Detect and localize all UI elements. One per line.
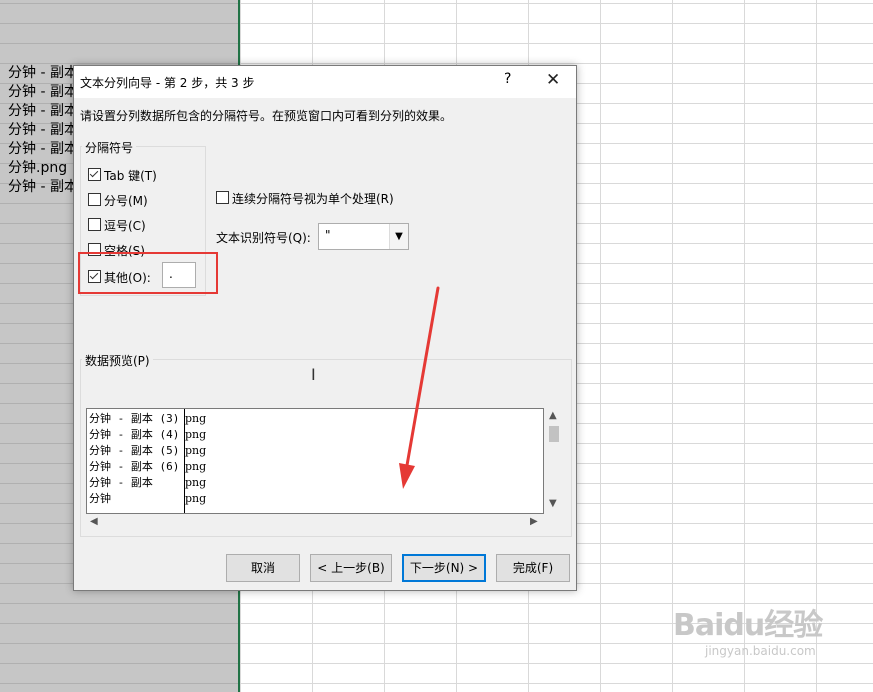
scroll-thumb[interactable] [549, 426, 559, 442]
chevron-down-icon[interactable]: ▼ [389, 224, 408, 249]
preview-cell: png [185, 428, 207, 441]
preview-cell: png [185, 492, 207, 505]
tab-checkbox[interactable] [88, 168, 101, 181]
preview-cell: 分钟 - 副本 (6) [89, 460, 180, 473]
text-cursor-icon: I [311, 365, 316, 384]
close-icon[interactable]: ✕ [546, 70, 560, 90]
back-button[interactable]: < 上一步(B) [310, 554, 392, 582]
data-preview[interactable]: 分钟 - 副本 (3) png 分钟 - 副本 (4) png 分钟 - 副本 … [86, 408, 544, 514]
qualifier-value: " [325, 228, 331, 242]
preview-cell: 分钟 - 副本 (4) [89, 428, 180, 441]
preview-cell: 分钟 - 副本 (5) [89, 444, 180, 457]
scroll-left-icon[interactable]: ◀ [90, 516, 98, 527]
preview-vertical-scrollbar[interactable]: ▲ ▼ [545, 408, 562, 514]
cell-a2[interactable]: 分钟 - 副本 [8, 81, 78, 101]
cell-a3[interactable]: 分钟 - 副本 [8, 100, 78, 120]
tab-checkbox-label[interactable]: Tab 键(T) [104, 167, 157, 184]
finish-button[interactable]: 完成(F) [496, 554, 570, 582]
cell-a1[interactable]: 分钟 - 副本 [8, 62, 78, 82]
qualifier-select[interactable]: " ▼ [318, 223, 409, 250]
dialog-titlebar[interactable]: 文本分列向导 - 第 2 步，共 3 步 ? ✕ [74, 66, 576, 98]
cell-a7[interactable]: 分钟 - 副本 [8, 176, 78, 196]
preview-label: 数据预览(P) [82, 352, 153, 369]
text-to-columns-dialog: 文本分列向导 - 第 2 步，共 3 步 ? ✕ 请设置分列数据所包含的分隔符号… [73, 65, 577, 591]
next-button[interactable]: 下一步(N) > [402, 554, 486, 582]
red-arrow-annotation [399, 286, 440, 489]
preview-horizontal-scrollbar[interactable]: ◀ ▶ [86, 514, 544, 530]
watermark: Baidu经验 jingyan.baidu.com [673, 600, 823, 658]
highlight-annotation [78, 252, 218, 294]
semicolon-checkbox-label[interactable]: 分号(M) [104, 192, 148, 209]
cell-a6[interactable]: 分钟.png [8, 157, 67, 177]
dialog-title: 文本分列向导 - 第 2 步，共 3 步 [80, 76, 255, 90]
cancel-button[interactable]: 取消 [226, 554, 300, 582]
qualifier-label: 文本识别符号(Q): [216, 231, 311, 245]
watermark-url: jingyan.baidu.com [705, 644, 816, 658]
delimiters-group-label: 分隔符号 [82, 139, 137, 156]
help-button[interactable]: ? [504, 71, 511, 87]
consecutive-checkbox[interactable] [216, 191, 229, 204]
consecutive-checkbox-label[interactable]: 连续分隔符号视为单个处理(R) [232, 190, 394, 207]
semicolon-checkbox[interactable] [88, 193, 101, 206]
preview-cell: png [185, 444, 207, 457]
scroll-up-icon[interactable]: ▲ [549, 410, 557, 421]
watermark-logo: Baidu经验 [673, 608, 823, 643]
instruction-text: 请设置分列数据所包含的分隔符号。在预览窗口内可看到分列的效果。 [80, 109, 453, 123]
preview-cell: 分钟 - 副本 (3) [89, 412, 180, 425]
preview-cell: 分钟 - 副本 [89, 476, 153, 489]
preview-cell: png [185, 460, 207, 473]
comma-checkbox-label[interactable]: 逗号(C) [104, 217, 146, 234]
preview-cell: 分钟 [89, 492, 111, 505]
scroll-right-icon[interactable]: ▶ [530, 516, 538, 527]
preview-cell: png [185, 412, 207, 425]
preview-cell: png [185, 476, 207, 489]
cell-a4[interactable]: 分钟 - 副本 [8, 119, 78, 139]
comma-checkbox[interactable] [88, 218, 101, 231]
scroll-down-icon[interactable]: ▼ [549, 498, 557, 509]
cell-a5[interactable]: 分钟 - 副本 [8, 138, 78, 158]
